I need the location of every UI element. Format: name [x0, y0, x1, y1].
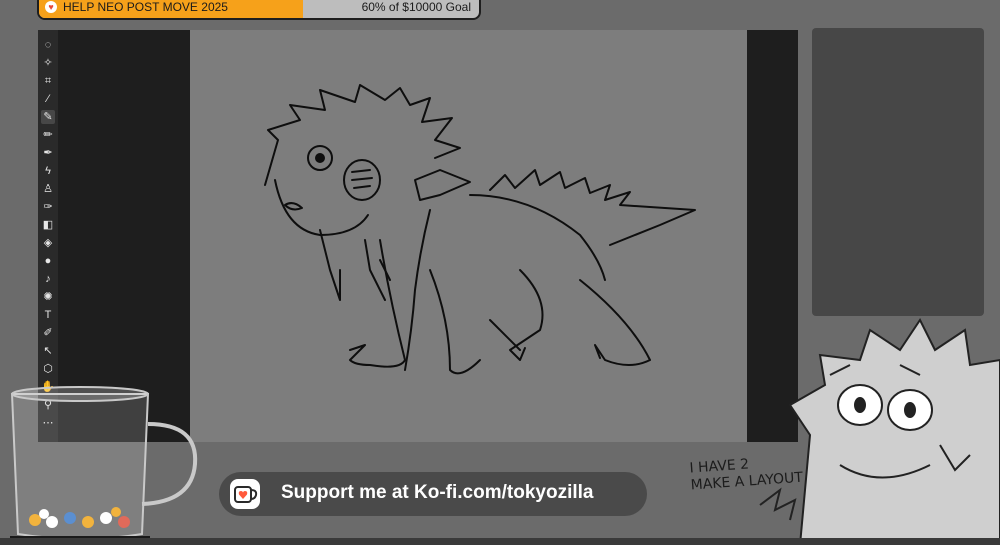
blur-tool-icon[interactable]: ● — [41, 254, 55, 268]
creature-sketch — [264, 84, 696, 375]
crop-tool-icon[interactable]: ⌗ — [41, 74, 55, 88]
mascot-character — [759, 318, 1000, 545]
side-panel — [812, 28, 984, 316]
drawing-canvas[interactable] — [190, 30, 747, 442]
pencil-tool-icon[interactable]: ✏ — [41, 128, 55, 142]
type-tool-icon[interactable]: T — [41, 308, 55, 322]
pen-tool-icon[interactable]: ✐ — [41, 326, 55, 340]
mixer-brush-icon[interactable]: ✒ — [41, 146, 55, 160]
donation-goal-bar: ♥ HELP NEO POST MOVE 2025 60% of $10000 … — [37, 0, 481, 20]
heart-icon: ♥ — [45, 1, 57, 13]
goal-title: HELP NEO POST MOVE 2025 — [63, 0, 228, 14]
shape-tool-icon[interactable]: ⬡ — [41, 362, 55, 376]
lasso-tool-icon[interactable]: ◌ — [41, 38, 55, 52]
goal-progress-text: 60% of $10000 Goal — [361, 0, 471, 14]
brush-tool-icon[interactable]: ✎ — [41, 110, 55, 124]
kofi-banner[interactable]: Support me at Ko-fi.com/tokyozilla — [219, 472, 647, 516]
magic-wand-icon[interactable]: ✧ — [41, 56, 55, 70]
dodge-tool-icon[interactable]: ♪ — [41, 272, 55, 286]
eyedropper-icon[interactable]: ⁄ — [41, 92, 55, 106]
tip-jar-mug — [10, 386, 198, 545]
sponge-tool-icon[interactable]: ✺ — [41, 290, 55, 304]
path-select-icon[interactable]: ↖ — [41, 344, 55, 358]
bottom-strip — [0, 538, 1000, 545]
eraser-tool-icon[interactable]: ◧ — [41, 218, 55, 232]
tool-palette: ◌✧⌗⁄✎✏✒ϟ♙✑◧◈●♪✺T✐↖⬡✋⚲⋯ — [38, 30, 58, 442]
stamp-tool-icon[interactable]: ♙ — [41, 182, 55, 196]
kofi-support-text: Support me at Ko-fi.com/tokyozilla — [281, 482, 594, 503]
kofi-cup-icon — [230, 479, 260, 509]
art-brush-icon[interactable]: ✑ — [41, 200, 55, 214]
history-brush-icon[interactable]: ϟ — [41, 164, 55, 178]
paint-bucket-icon[interactable]: ◈ — [41, 236, 55, 250]
